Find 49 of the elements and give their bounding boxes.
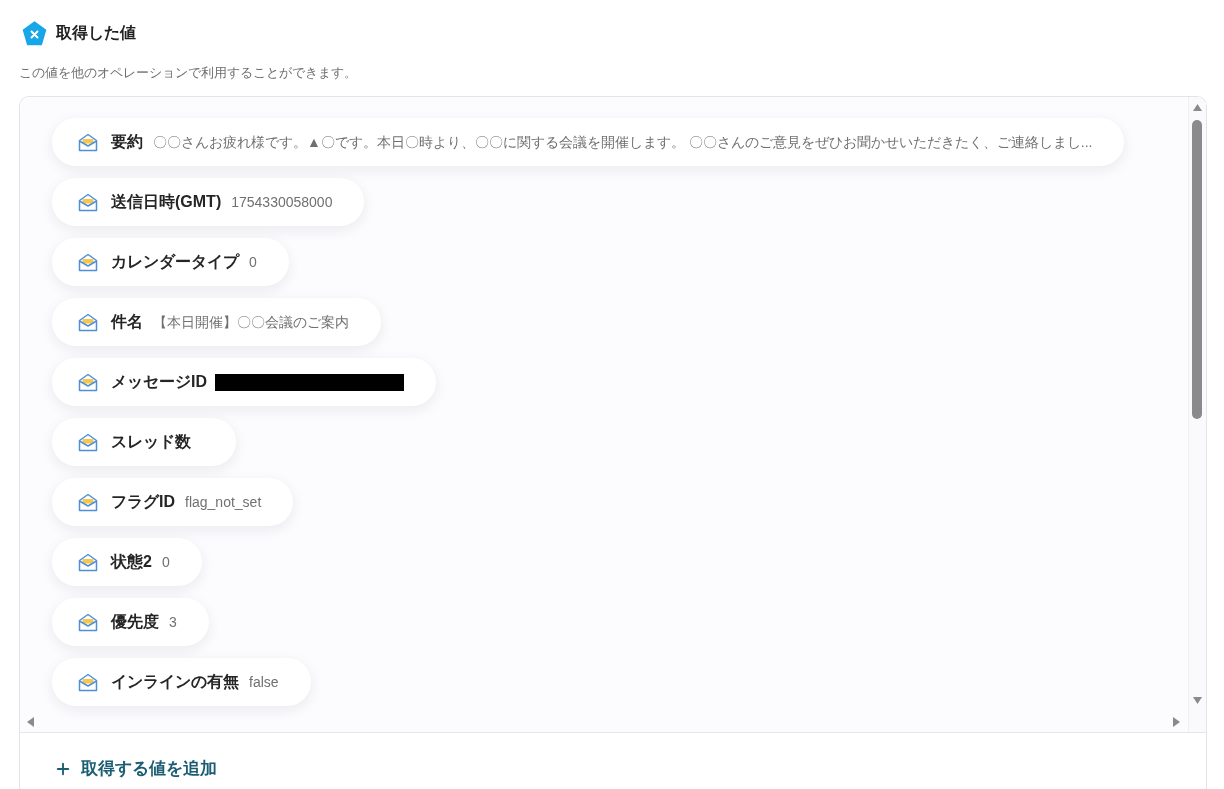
- plus-icon: [54, 760, 72, 778]
- value-text: 0: [249, 253, 257, 272]
- value-text: false: [249, 673, 279, 692]
- value-label: メッセージID: [111, 372, 207, 392]
- value-chip[interactable]: 優先度 3: [52, 598, 209, 646]
- open-envelope-icon: [78, 612, 98, 632]
- value-label: 送信日時(GMT): [111, 192, 222, 212]
- value-text: 【本日開催】〇〇会議のご案内: [153, 313, 349, 332]
- value-text: 0: [161, 553, 170, 572]
- open-envelope-icon: [78, 492, 98, 512]
- add-value-button[interactable]: 取得する値を追加: [54, 758, 217, 780]
- open-envelope-icon: [78, 192, 98, 212]
- value-label: 状態2: [111, 552, 152, 572]
- value-chip[interactable]: インラインの有無 false: [52, 658, 311, 706]
- open-envelope-icon: [78, 432, 98, 452]
- value-label: カレンダータイプ: [111, 252, 239, 272]
- value-text: 3: [169, 613, 177, 632]
- value-chip[interactable]: メッセージID: [52, 358, 436, 406]
- value-label: スレッド数: [111, 432, 191, 452]
- value-chip[interactable]: 状態2 0: [52, 538, 202, 586]
- scroll-down-arrow-icon[interactable]: [1193, 697, 1202, 704]
- section-title: 取得した値: [56, 23, 136, 43]
- value-label: フラグID: [111, 492, 175, 512]
- open-envelope-icon: [78, 252, 98, 272]
- section-description: この値を他のオペレーションで利用することができます。: [19, 65, 357, 80]
- value-chip[interactable]: 送信日時(GMT) 1754330058000: [52, 178, 365, 226]
- value-chip[interactable]: フラグID flag_not_set: [52, 478, 294, 526]
- open-envelope-icon: [78, 312, 98, 332]
- value-chip[interactable]: 要約 〇〇さんお疲れ様です。▲〇です。本日〇時より、〇〇に関する会議を開催します。 〇〇さんのご意見をぜひお聞かせいただきたく、ご連絡しまし...: [52, 118, 1125, 166]
- value-text: 1754330058000: [231, 193, 333, 212]
- scrollbar-thumb[interactable]: [1192, 120, 1202, 419]
- value-label: 優先度: [111, 612, 159, 632]
- scroll-left-arrow-icon[interactable]: [27, 717, 34, 727]
- value-chip[interactable]: カレンダータイプ 0: [52, 238, 289, 286]
- pentagon-x-icon: [22, 20, 47, 46]
- value-label: 件名: [111, 312, 143, 332]
- vertical-scrollbar[interactable]: [1188, 97, 1206, 732]
- value-chip[interactable]: 件名 【本日開催】〇〇会議のご案内: [52, 298, 381, 346]
- open-envelope-icon: [78, 132, 98, 152]
- open-envelope-icon: [78, 552, 98, 572]
- scroll-up-arrow-icon[interactable]: [1193, 104, 1202, 111]
- value-text: flag_not_set: [185, 493, 262, 512]
- value-label: インラインの有無: [111, 672, 239, 692]
- open-envelope-icon: [78, 372, 98, 392]
- value-chip[interactable]: スレッド数: [52, 418, 236, 466]
- value-label: 要約: [111, 132, 143, 152]
- open-envelope-icon: [78, 672, 98, 692]
- scroll-right-arrow-icon[interactable]: [1173, 717, 1180, 727]
- value-text: 〇〇さんお疲れ様です。▲〇です。本日〇時より、〇〇に関する会議を開催します。 〇〇さんのご意見をぜひお聞かせいただきたく、ご連絡しまし...: [153, 133, 1093, 152]
